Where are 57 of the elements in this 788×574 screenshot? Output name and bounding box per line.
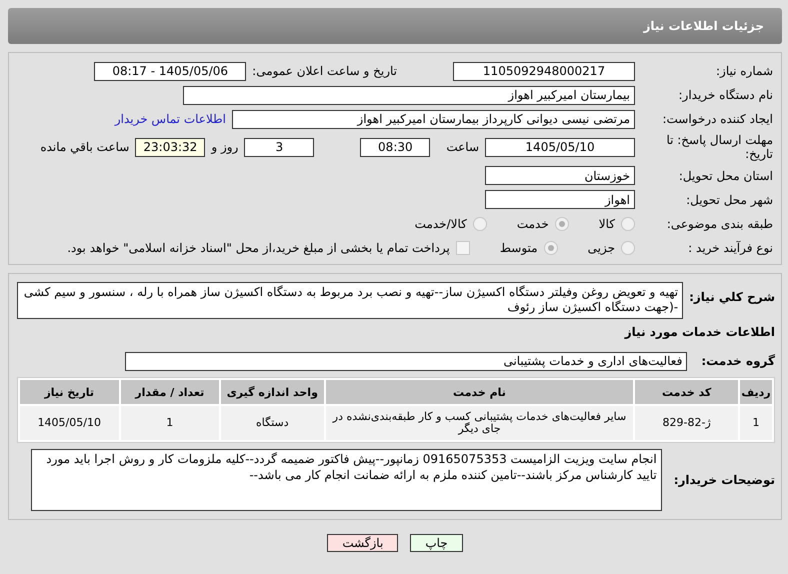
field-label: ساعت xyxy=(446,140,479,154)
field-label: استان محل تحویل: xyxy=(678,168,773,183)
radio-button[interactable] xyxy=(472,216,487,231)
announce-date-field: 1405/05/06 - 08:17 xyxy=(94,62,246,80)
field-label: مهلت ارسال پاسخ: تا تاریخ: xyxy=(665,133,773,162)
buyer-org-field: بیمارستان امیرکبیر اهواز xyxy=(183,86,635,104)
print-button[interactable]: چاپ xyxy=(410,534,463,552)
deadline-time-field: 08:30 xyxy=(360,138,430,157)
table-cell: 1 xyxy=(120,406,220,440)
deadline-date-field: 1405/05/10 xyxy=(485,138,635,157)
creator-field: مرتضی نیسی دیوانی کارپرداز بیمارستان امیرکبیر اهواز xyxy=(232,110,635,128)
table-cell: ژ-82-829 xyxy=(635,406,738,440)
table-cell: دستگاه xyxy=(221,406,324,440)
column-header: نام خدمت xyxy=(326,380,634,404)
checkbox[interactable] xyxy=(456,240,470,255)
page-header: جزئیات اطلاعات نیاز xyxy=(8,8,782,44)
field-label: نوع فرآیند خرید : xyxy=(687,240,773,255)
column-header: کد خدمت xyxy=(635,380,738,404)
buyer-contact-link[interactable]: اطلاعات تماس خریدار xyxy=(114,112,226,126)
field-label: شرح کلي نیاز: xyxy=(689,290,775,304)
need-description-field: تهیه و تعویض روغن وفیلتر دستگاه اکسیژن ساز--تهیه و نصب برد مربوط به دستگاه اکسیژن ساز همراه با رله ، سنسور و سیم کشی -(جهت دستگاه اکسیژن ساز رئوف xyxy=(17,282,684,319)
province-field: خوزستان xyxy=(485,166,635,186)
days-field: 3 xyxy=(244,138,314,157)
buyer-notes-field: انجام سایت ویزیت الزامیست 09165075353 زمانپور--پیش فاکتور ضمیمه گردد--کلیه ملزومات کار و روش اجرا باید مورد تایید کارشناس مرکز باشند--تامین کننده ملزم به ارائه ضمانت انجام کار می باشد-- xyxy=(31,449,662,512)
column-header: ردیف xyxy=(740,380,772,404)
radio-button[interactable] xyxy=(544,240,558,255)
field-label: توضیحات خریدار: xyxy=(674,473,775,488)
radio-label: جزیی xyxy=(588,240,615,255)
radio-label: کالا/خدمت xyxy=(414,216,467,231)
field-label: نام دستگاه خریدار: xyxy=(678,88,773,102)
back-button[interactable]: بازگشت xyxy=(327,534,398,552)
field-label: ساعت باقي مانده xyxy=(40,140,130,154)
field-label: روز و xyxy=(211,140,238,154)
radio-label: خدمت xyxy=(516,216,549,231)
table-cell: سایر فعالیت‌های خدمات پشتیبانی کسب و کار طبقه‌بندی‌نشده در جای دیگر xyxy=(326,406,634,440)
radio-label: کالا xyxy=(598,216,615,231)
radio-button[interactable] xyxy=(554,216,569,231)
column-header: تاریخ نیاز xyxy=(20,380,119,404)
column-header: تعداد / مقدار xyxy=(120,380,220,404)
section-title: اطلاعات خدمات مورد نیاز xyxy=(623,324,775,340)
column-header: واحد اندازه گیری xyxy=(221,380,324,404)
field-label: طبقه بندی موضوعی: xyxy=(666,216,773,231)
field-label: گروه خدمت: xyxy=(701,354,775,369)
checkbox-label: پرداخت تمام یا بخشی از مبلغ خرید،از محل "اسناد خزانه اسلامی" خواهد بود. xyxy=(67,240,450,255)
remaining-time-field: 23:03:32 xyxy=(135,138,206,157)
need-number-field: 1105092948000217 xyxy=(453,62,635,80)
city-field: اهواز xyxy=(485,190,635,210)
radio-button[interactable] xyxy=(621,240,635,255)
field-label: ایجاد کننده درخواست: xyxy=(661,112,773,126)
service-group-field: فعالیت‌های اداری و خدمات پشتیبانی xyxy=(125,352,688,371)
field-label: شماره نیاز: xyxy=(715,64,773,78)
radio-button[interactable] xyxy=(621,216,635,231)
field-label: شهر محل تحویل: xyxy=(685,192,773,207)
field-label: تاریخ و ساعت اعلان عمومی: xyxy=(252,64,397,78)
table-cell: 1405/05/10 xyxy=(20,406,119,440)
table-cell: 1 xyxy=(740,406,772,440)
radio-label: متوسط xyxy=(500,240,538,255)
